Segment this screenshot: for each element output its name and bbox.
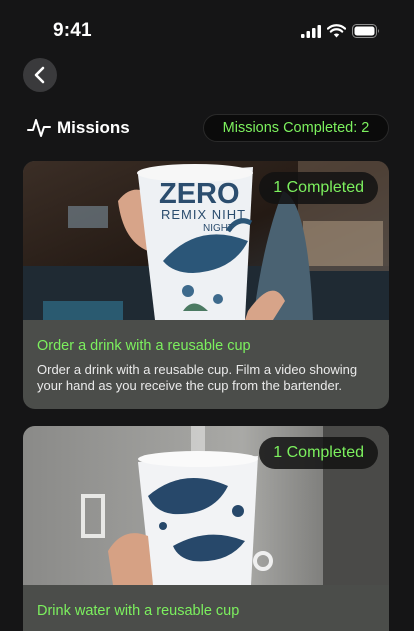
cup-text-remix: REMIX NIHT — [161, 207, 246, 222]
pulse-icon — [27, 119, 51, 137]
status-icons — [301, 24, 380, 38]
battery-icon — [352, 24, 379, 38]
mission-title: Drink water with a reusable cup — [37, 603, 240, 619]
cup-text-zero: ZERO — [159, 178, 240, 210]
mission-image: 1 Completed — [23, 426, 389, 585]
missions-header: Missions Missions Completed: 2 — [27, 114, 389, 142]
mission-completed-badge: 1 Completed — [259, 437, 378, 469]
mission-completed-badge: 1 Completed — [259, 172, 378, 204]
wifi-icon — [327, 24, 346, 38]
page-title: Missions — [57, 118, 130, 137]
status-time: 9:41 — [53, 20, 92, 41]
mission-card[interactable]: 1 Completed Drink water with a reusable … — [23, 426, 389, 631]
back-button[interactable] — [23, 58, 57, 92]
mission-title: Order a drink with a reusable cup — [37, 338, 251, 354]
mission-description: Order a drink with a reusable cup. Film … — [37, 362, 358, 393]
chevron-left-icon — [34, 66, 45, 84]
missions-completed-badge: Missions Completed: 2 — [203, 114, 389, 142]
mission-image: ZERO REMIX NIHT NIGHT 1 Completed — [23, 161, 389, 320]
signal-icon — [301, 24, 321, 38]
cup-text-night: NIGHT — [203, 223, 234, 234]
status-bar: 9:41 — [0, 0, 414, 62]
mission-card[interactable]: ZERO REMIX NIHT NIGHT 1 Completed Order … — [23, 161, 389, 409]
